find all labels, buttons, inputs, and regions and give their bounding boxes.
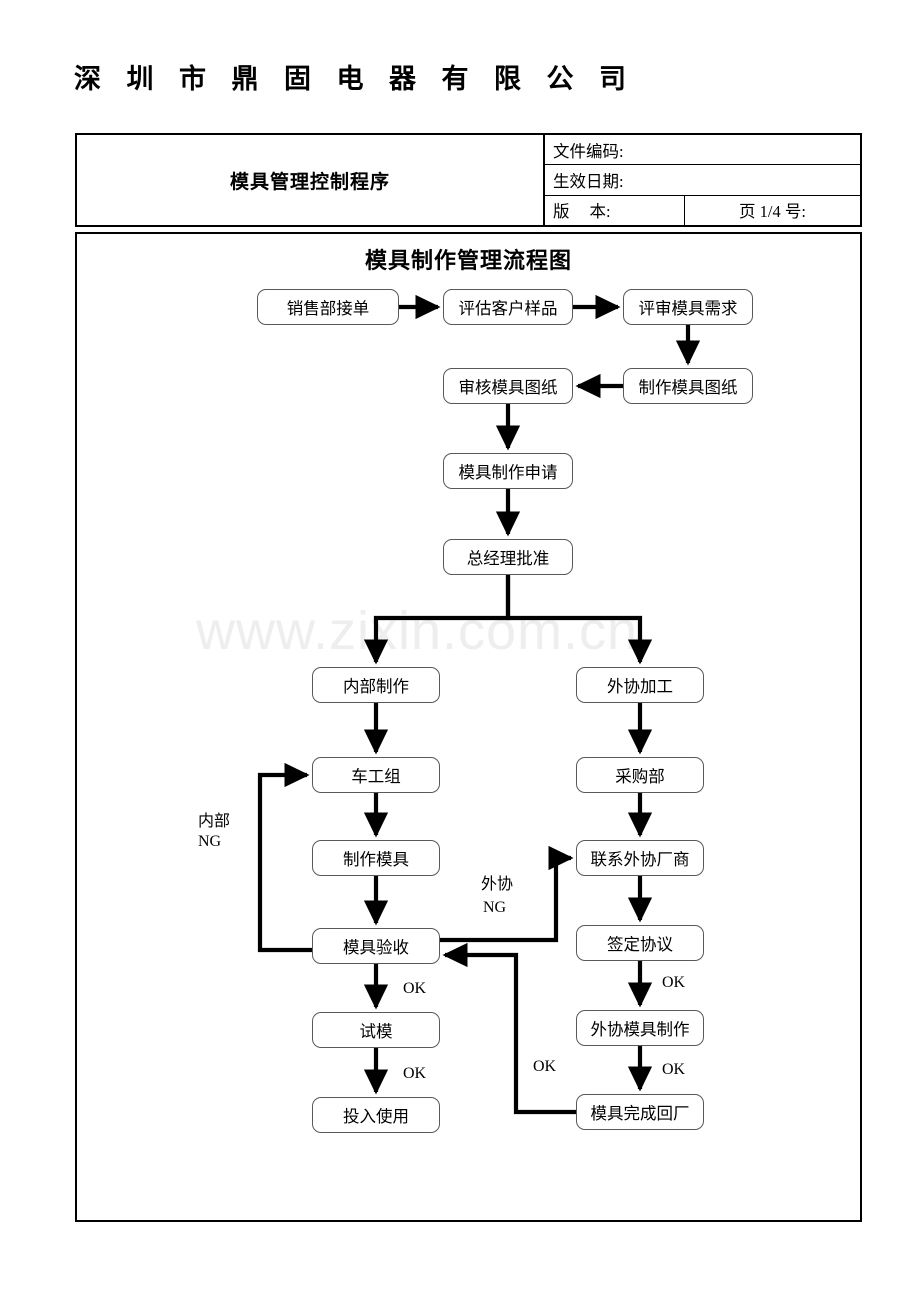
flow-edge-label: 内部 (198, 813, 231, 830)
flow-node: 试模 (312, 1012, 440, 1048)
flow-node-label: 投入使用 (343, 1107, 409, 1126)
edge-internal-ng-loop (257, 762, 312, 953)
flow-node: 模具制作申请 (443, 453, 573, 489)
flow-node-label: 制作模具 (343, 850, 409, 869)
flow-node: 签定协议 (576, 925, 704, 961)
flow-edge-label: OK (403, 980, 427, 997)
flow-node-label: 总经理批准 (466, 549, 550, 568)
flow-node-label: 模具验收 (343, 938, 409, 957)
flow-node: 投入使用 (312, 1097, 440, 1133)
flow-node: 采购部 (576, 757, 704, 793)
flow-node: 总经理批准 (443, 539, 573, 575)
edge-mold-return-to-inspect (442, 942, 576, 1115)
flow-node: 评估客户样品 (443, 289, 573, 325)
flow-node: 外协加工 (576, 667, 704, 703)
flow-node: 联系外协厂商 (576, 840, 704, 876)
document-page: 深 圳 市 鼎 固 电 器 有 限 公 司 模具管理控制程序 文件编码: 生效日… (0, 0, 920, 1302)
flow-node-label: 外协模具制作 (590, 1020, 690, 1039)
flow-node: 制作模具 (312, 840, 440, 876)
edge-approval-to-outsource (505, 575, 653, 665)
flow-node: 车工组 (312, 757, 440, 793)
flow-node: 制作模具图纸 (623, 368, 753, 404)
flow-node-label: 试模 (359, 1022, 393, 1041)
flow-node-label: 联系外协厂商 (590, 850, 690, 869)
flow-node: 销售部接单 (257, 289, 399, 325)
flow-node-label: 签定协议 (607, 935, 673, 954)
flow-edge-label: OK (662, 974, 686, 991)
flow-node-label: 外协加工 (607, 677, 673, 696)
flow-node: 内部制作 (312, 667, 440, 703)
flow-node: 审核模具图纸 (443, 368, 573, 404)
flow-node-label: 审核模具图纸 (458, 378, 558, 397)
flow-edge-label: OK (662, 1061, 686, 1078)
flow-node: 模具完成回厂 (576, 1094, 704, 1130)
flow-node-label: 内部制作 (343, 677, 409, 696)
flowchart-connectors (257, 294, 701, 1115)
flow-node: 外协模具制作 (576, 1010, 704, 1046)
flow-edge-label: OK (403, 1065, 427, 1082)
flow-edge-label: NG (483, 899, 507, 916)
flow-edge-label: OK (533, 1058, 557, 1075)
edge-approval-to-internal (363, 575, 511, 665)
flow-node: 模具验收 (312, 928, 440, 964)
flow-node-label: 评估客户样品 (458, 299, 558, 318)
flow-edge-label: 外协 (481, 876, 514, 893)
flow-node-label: 车工组 (351, 767, 401, 786)
flow-edge-label: NG (198, 833, 222, 850)
flow-node: 评审模具需求 (623, 289, 753, 325)
flow-node-label: 模具完成回厂 (590, 1104, 690, 1123)
flow-node-label: 评审模具需求 (638, 299, 738, 318)
flow-node-label: 模具制作申请 (458, 463, 558, 482)
flow-node-label: 采购部 (615, 767, 665, 786)
flow-node-label: 制作模具图纸 (638, 378, 738, 397)
flow-node-label: 销售部接单 (286, 299, 370, 318)
